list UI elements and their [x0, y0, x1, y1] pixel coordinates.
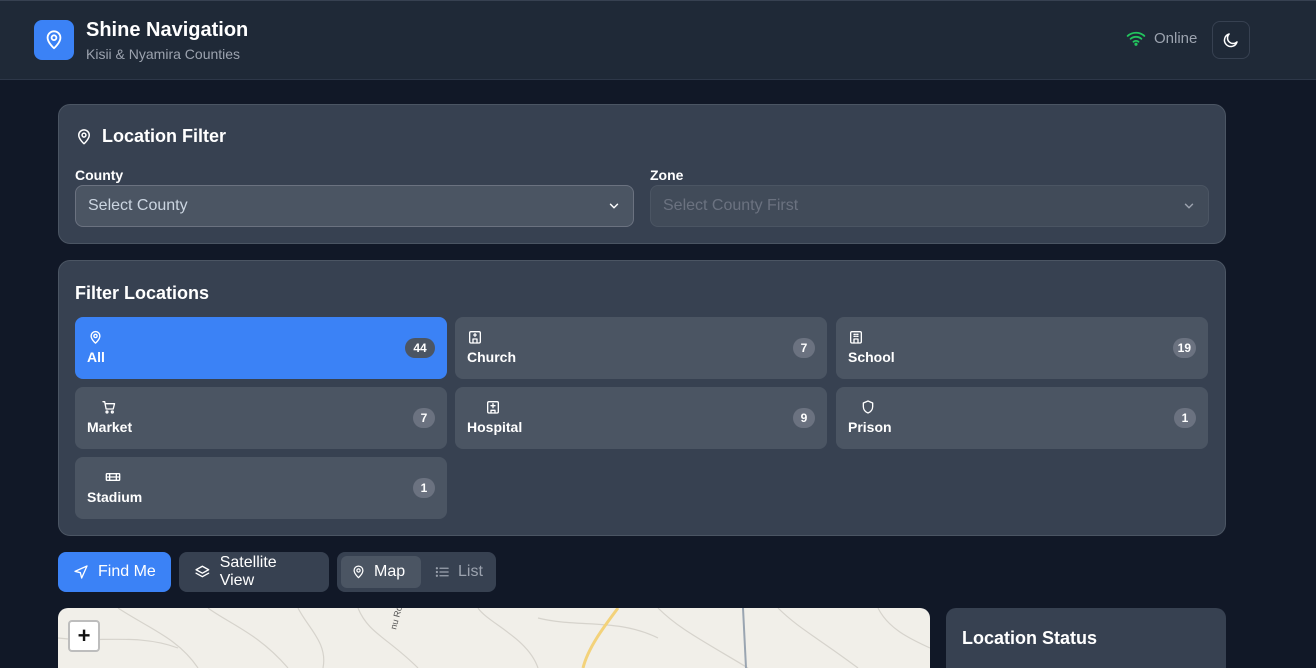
moon-icon [1223, 33, 1238, 48]
filter-tile-count: 9 [793, 408, 815, 428]
filter-tile-church[interactable]: Church 7 [455, 317, 827, 379]
map-view[interactable]: nu Road + [58, 608, 930, 668]
map-roads: nu Road [58, 608, 930, 668]
church-icon [467, 329, 483, 345]
filter-tile-market[interactable]: Market 7 [75, 387, 447, 449]
layers-icon [195, 565, 210, 577]
satellite-view-button[interactable]: Satellite View [179, 552, 329, 592]
map-pin-icon [353, 565, 364, 579]
stadium-icon [105, 469, 121, 485]
chevron-down-icon [1184, 203, 1194, 209]
app-header: Shine Navigation Kisii & Nyamira Countie… [0, 0, 1316, 80]
cart-icon [101, 399, 117, 415]
filter-tile-count: 7 [413, 408, 435, 428]
zone-select[interactable]: Select County First [650, 185, 1209, 227]
filter-tile-label: School [848, 349, 895, 365]
list-icon [435, 567, 449, 577]
filter-tile-school[interactable]: School 19 [836, 317, 1208, 379]
filter-tile-hospital[interactable]: Hospital 9 [455, 387, 827, 449]
filter-tile-label: Market [87, 419, 133, 435]
navigation-arrow-icon [74, 565, 88, 579]
find-me-button[interactable]: Find Me [58, 552, 171, 592]
filter-tile-count: 7 [793, 338, 815, 358]
filter-tile-count: 44 [405, 338, 435, 358]
filter-tile-label: Stadium [87, 489, 143, 505]
school-icon [848, 329, 864, 345]
map-pin-icon [46, 30, 62, 50]
filter-tile-count: 1 [1174, 408, 1196, 428]
filter-tile-prison[interactable]: Prison 1 [836, 387, 1208, 449]
map-pin-icon [87, 329, 103, 345]
wifi-icon [1126, 31, 1146, 46]
logo [34, 20, 74, 60]
filter-tile-label: Church [467, 349, 516, 365]
filter-locations-card: Filter Locations All 44 Church 7 School … [58, 260, 1226, 536]
zone-label: Zone [650, 167, 684, 183]
zoom-in-button[interactable]: + [68, 620, 100, 652]
filter-tile-label: All [87, 349, 105, 365]
county-label: County [75, 167, 124, 183]
location-status-card: Location Status [946, 608, 1226, 668]
zone-select-value: Select County First [663, 197, 799, 214]
list-view-tab[interactable]: List [425, 556, 493, 588]
county-select[interactable]: Select County [75, 185, 634, 227]
hospital-icon [485, 399, 501, 415]
filter-tile-count: 1 [413, 478, 435, 498]
map-pin-icon [78, 128, 90, 144]
app-subtitle: Kisii & Nyamira Counties [86, 46, 241, 62]
theme-toggle-button[interactable] [1212, 21, 1250, 59]
filter-tile-label: Prison [848, 419, 892, 435]
app-title: Shine Navigation [86, 19, 249, 41]
filter-tile-all[interactable]: All 44 [75, 317, 447, 379]
shield-icon [860, 399, 876, 415]
county-select-value: Select County [88, 197, 188, 214]
map-view-tab[interactable]: Map [341, 556, 421, 588]
connection-status: Online [1126, 29, 1197, 47]
location-filter-card: Location Filter County Select County Zon… [58, 104, 1226, 244]
filter-tile-label: Hospital [467, 419, 523, 435]
location-status-title: Location Status [962, 628, 1098, 648]
filter-tile-count: 19 [1172, 338, 1196, 358]
filter-locations-title: Filter Locations [75, 283, 210, 303]
chevron-down-icon [609, 203, 619, 209]
view-mode-toggle: Map List [337, 552, 496, 592]
location-filter-title: Location Filter [75, 126, 226, 147]
filter-tile-stadium[interactable]: Stadium 1 [75, 457, 447, 519]
map-road-label: nu Road [388, 608, 406, 631]
status-text: Online [1154, 29, 1198, 47]
